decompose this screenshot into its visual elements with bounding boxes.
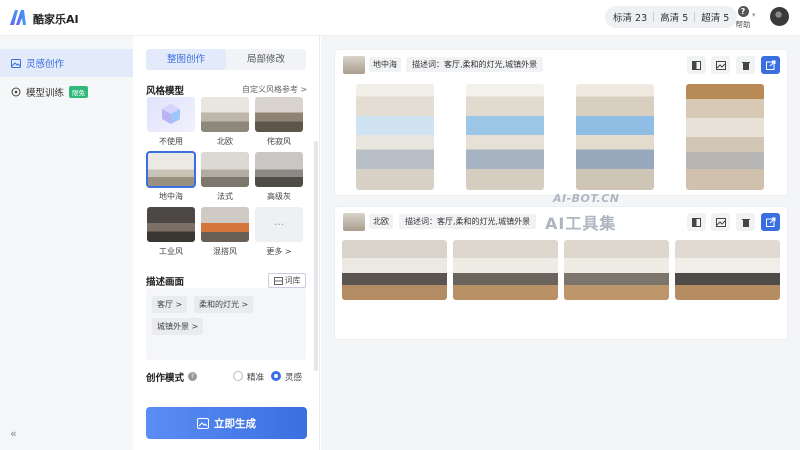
describe-title: 描述画面 <box>146 277 185 288</box>
result-image[interactable] <box>466 84 544 190</box>
tab-full-image[interactable]: 整图创作 <box>146 49 226 70</box>
radio-label: 精准 <box>247 373 265 383</box>
sidebar: 灵感创作 模型训练 限免 « <box>0 36 133 450</box>
more-styles-icon[interactable]: ··· <box>255 207 303 242</box>
style-tile-mediterranean[interactable] <box>146 151 196 188</box>
style-label: 工业风 <box>159 247 183 256</box>
avatar[interactable] <box>770 7 789 26</box>
cube-icon <box>162 104 180 124</box>
custom-style-link[interactable]: 自定义风格参考 > <box>242 84 307 95</box>
quota-pill[interactable]: 标清 23 高清 5 超清 5 <box>605 6 738 28</box>
help-label: 帮助 <box>735 20 751 29</box>
creation-mode-title: 创作模式 <box>146 373 185 384</box>
more-styles-link[interactable]: 更多 > <box>255 246 303 257</box>
collapse-sidebar-icon[interactable]: « <box>10 427 17 440</box>
divider <box>694 12 696 22</box>
style-label: 侘寂风 <box>267 137 291 146</box>
panel-scrollbar[interactable] <box>314 141 318 371</box>
style-tag: 北欧 <box>369 214 393 229</box>
style-tile-none[interactable] <box>147 97 195 132</box>
style-tile-nordic[interactable] <box>201 97 249 132</box>
watermark-url: AI-BOT.CN <box>553 192 620 205</box>
image-icon <box>10 58 21 69</box>
style-label: 法式 <box>217 192 233 201</box>
quota-sd: 标清 23 <box>613 13 648 24</box>
top-bar: 酷家乐AI 标清 23 高清 5 超清 5 ? 帮助 ▾ <box>0 0 800 36</box>
style-label: 不使用 <box>159 137 183 146</box>
chevron-down-icon[interactable]: ▾ <box>752 11 756 19</box>
result-image[interactable] <box>342 240 447 300</box>
model-icon <box>10 87 21 98</box>
question-icon[interactable]: ? <box>188 372 197 381</box>
divider <box>653 12 655 22</box>
radio-inspiration[interactable] <box>271 371 281 381</box>
description-input[interactable]: 客厅 > 柔和的灯光 > 城镇外景 > <box>146 288 306 360</box>
free-badge: 限免 <box>69 86 89 98</box>
style-thumbnail <box>343 213 365 231</box>
mode-tabs: 整图创作 局部修改 <box>146 49 306 70</box>
compare-icon[interactable] <box>687 56 706 74</box>
brand-name: 酷家乐AI <box>33 13 79 26</box>
tag-chip[interactable]: 柔和的灯光 > <box>194 296 254 313</box>
radio-label: 灵感 <box>285 373 303 383</box>
compare-icon[interactable] <box>687 213 706 231</box>
result-image[interactable] <box>576 84 654 190</box>
tag-chip[interactable]: 城镇外景 > <box>152 318 204 335</box>
image-edit-icon[interactable] <box>711 56 730 74</box>
results-area: 地中海 描述词：客厅,柔和的灯光,城镇外景 北欧 描述词：客厅,柔和的灯光,城镇… <box>321 36 800 450</box>
result-image[interactable] <box>453 240 558 300</box>
style-tile-french[interactable] <box>201 152 249 187</box>
tab-partial-edit[interactable]: 局部修改 <box>226 49 306 70</box>
sidebar-item-label: 模型训练 <box>26 88 65 99</box>
style-tile-eclectic[interactable] <box>201 207 249 242</box>
radio-precise[interactable] <box>233 371 243 381</box>
result-image[interactable] <box>356 84 434 190</box>
image-edit-icon[interactable] <box>711 213 730 231</box>
help-button[interactable]: ? 帮助 <box>733 4 753 30</box>
style-label: 高级灰 <box>267 192 291 201</box>
style-thumbnail <box>343 56 365 74</box>
style-tile-industrial[interactable] <box>147 207 195 242</box>
book-icon <box>273 276 283 285</box>
quota-uhd: 超清 5 <box>701 13 730 24</box>
result-card: 地中海 描述词：客厅,柔和的灯光,城镇外景 <box>334 49 788 196</box>
style-tile-wabi-sabi[interactable] <box>255 97 303 132</box>
delete-icon[interactable] <box>736 56 755 74</box>
sidebar-item-inspiration[interactable]: 灵感创作 <box>0 49 133 77</box>
style-label: 北欧 <box>217 137 233 146</box>
style-label: 地中海 <box>159 192 183 201</box>
description-tag: 描述词：客厅,柔和的灯光,城镇外景 <box>399 214 537 229</box>
result-image[interactable] <box>564 240 669 300</box>
sidebar-item-training[interactable]: 模型训练 限免 <box>0 78 133 106</box>
image-plus-icon <box>197 417 209 429</box>
quota-hd: 高清 5 <box>660 13 689 24</box>
style-label: 混搭风 <box>213 247 237 256</box>
generate-label: 立即生成 <box>214 417 256 430</box>
result-image[interactable] <box>686 84 764 190</box>
lexicon-button[interactable]: 词库 <box>268 273 306 288</box>
lexicon-label: 词库 <box>284 276 301 285</box>
watermark-name: AI工具集 <box>545 214 617 233</box>
style-tile-premium-gray[interactable] <box>255 152 303 187</box>
result-image[interactable] <box>675 240 780 300</box>
style-tag: 地中海 <box>369 57 401 72</box>
tag-chip[interactable]: 客厅 > <box>152 296 188 313</box>
style-model-title: 风格模型 <box>146 86 185 97</box>
generate-button[interactable]: 立即生成 <box>146 407 307 439</box>
share-icon[interactable] <box>761 213 780 231</box>
logo-icon <box>10 10 26 25</box>
description-tag: 描述词：客厅,柔和的灯光,城镇外景 <box>406 57 544 72</box>
sidebar-item-label: 灵感创作 <box>26 59 65 70</box>
delete-icon[interactable] <box>736 213 755 231</box>
question-icon: ? <box>737 6 749 17</box>
creation-panel: 整图创作 局部修改 风格模型 自定义风格参考 > 不使用 北欧 侘寂风 地中海 … <box>133 36 320 450</box>
share-icon[interactable] <box>761 56 780 74</box>
